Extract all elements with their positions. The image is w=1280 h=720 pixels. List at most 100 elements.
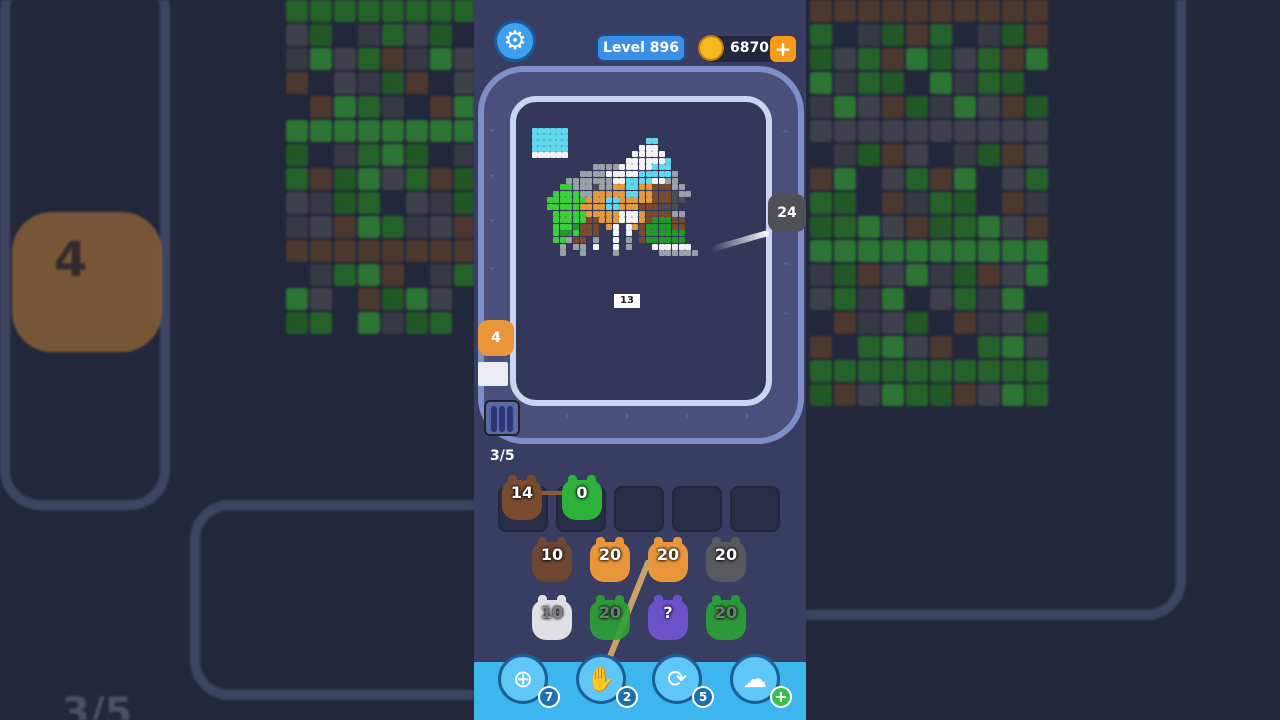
pixel-block: [599, 197, 606, 204]
pixel-block: [665, 171, 672, 177]
mystery-unit[interactable]: ?: [648, 595, 688, 640]
pixel-block: [645, 171, 652, 177]
pixel-block: [678, 190, 685, 197]
pixel-block: [665, 217, 672, 224]
pixel-block: [579, 190, 586, 197]
pixel-block: [625, 204, 632, 210]
level-badge: Level 896: [596, 34, 686, 62]
pixel-art-board: [510, 96, 772, 406]
pixel-block: [639, 190, 645, 197]
pixel-block: [606, 184, 612, 191]
pixel-block: [612, 237, 619, 243]
pixel-block: [559, 204, 566, 210]
pixel-block: [586, 177, 593, 184]
pixel-block: [592, 184, 599, 191]
queue-slot[interactable]: [730, 486, 780, 532]
pixel-block: [652, 157, 659, 164]
magnet-icon: ☁: [743, 665, 767, 693]
shooter-unit[interactable]: 20: [590, 595, 630, 640]
pixel-block: [639, 171, 645, 177]
pixel-block: [573, 237, 579, 243]
pixel-block: [579, 197, 586, 204]
pixel-block: [612, 243, 619, 250]
capacity-counter: 3/5: [490, 448, 515, 464]
pixel-block: [579, 210, 586, 217]
pixel-block: [652, 177, 659, 184]
pixel-block: [592, 237, 599, 243]
pixel-block: [559, 217, 566, 224]
conveyor-spool: [484, 400, 520, 436]
pixel-block: [658, 151, 665, 158]
shooter-unit[interactable]: 20: [648, 537, 688, 582]
pixel-block: [592, 217, 599, 224]
pixel-block: [625, 157, 632, 164]
pixel-block: [559, 230, 566, 237]
pixel-block: [691, 250, 698, 257]
pixel-block: [612, 184, 619, 191]
queue-slot[interactable]: [614, 486, 664, 532]
queued-unit[interactable]: 0: [562, 475, 602, 520]
pixel-block: [619, 184, 626, 191]
pixel-block: [625, 197, 632, 204]
buy-booster-button[interactable]: +: [770, 686, 792, 708]
pixel-block: [678, 184, 685, 191]
pixel-block: [579, 243, 586, 250]
game-panel: ⚙ Level 896 6870 + ⌄ ⌄ ⌄ ⌄ ⌃ ⌃ ⌃ › › › ›…: [474, 0, 806, 720]
pixel-block: [645, 157, 652, 164]
pixel-block: [665, 250, 672, 257]
pixel-block: [586, 217, 593, 224]
pixel-block: [639, 210, 645, 217]
pixel-block: [553, 204, 560, 210]
booster-count: 7: [538, 686, 560, 708]
pixel-block: [586, 210, 593, 217]
pixel-block: [672, 197, 678, 204]
pixel-block: [645, 144, 652, 151]
pixel-block: [658, 217, 665, 224]
pixel-block: [632, 177, 639, 184]
pixel-block: [658, 184, 665, 191]
pixel-block: [566, 230, 573, 237]
pixel-block: [632, 210, 639, 217]
shooter-unit[interactable]: 20: [706, 595, 746, 640]
pixel-block: [652, 184, 659, 191]
pixel-block: [612, 250, 619, 257]
shooter-unit[interactable]: 10: [532, 595, 572, 640]
pixel-block: [619, 190, 626, 197]
chevron-up-icon: ⌃: [780, 260, 792, 276]
pixel-block: [672, 217, 678, 224]
coin-icon: [698, 35, 724, 61]
pixel-block: [665, 223, 672, 230]
pixel-block: [599, 210, 606, 217]
pixel-block: [632, 157, 639, 164]
pixel-block: [579, 223, 586, 230]
pixel-block: [685, 250, 692, 257]
pixel-block: [592, 210, 599, 217]
pixel-block: [652, 210, 659, 217]
shooter-ammo: 4: [491, 330, 501, 346]
pixel-block: [632, 204, 639, 210]
pixel-block: [658, 250, 665, 257]
pixel-block: [639, 157, 645, 164]
pixel-block: [573, 230, 579, 237]
pixel-block: [652, 230, 659, 237]
shooter-unit[interactable]: 20: [706, 537, 746, 582]
pixel-block: [658, 223, 665, 230]
pixel-block: [579, 184, 586, 191]
add-coins-button[interactable]: +: [770, 36, 796, 62]
settings-button[interactable]: ⚙: [494, 20, 536, 62]
pixel-block: [559, 237, 566, 243]
pixel-block: [586, 190, 593, 197]
pixel-block: [665, 157, 672, 164]
queued-unit[interactable]: 14: [502, 475, 542, 520]
pixel-block: [566, 210, 573, 217]
pixel-block: [573, 190, 579, 197]
pixel-block: [658, 171, 665, 177]
pixel-block: [573, 243, 579, 250]
chevron-right-icon: ›: [684, 408, 690, 424]
left-backdrop: 4 3/5: [0, 0, 474, 720]
shooter-unit[interactable]: 20: [590, 537, 630, 582]
queue-slot[interactable]: [672, 486, 722, 532]
shooter-ammo: 24: [777, 205, 797, 221]
shooter-unit[interactable]: 10: [532, 537, 572, 582]
pixel-block: [566, 197, 573, 204]
